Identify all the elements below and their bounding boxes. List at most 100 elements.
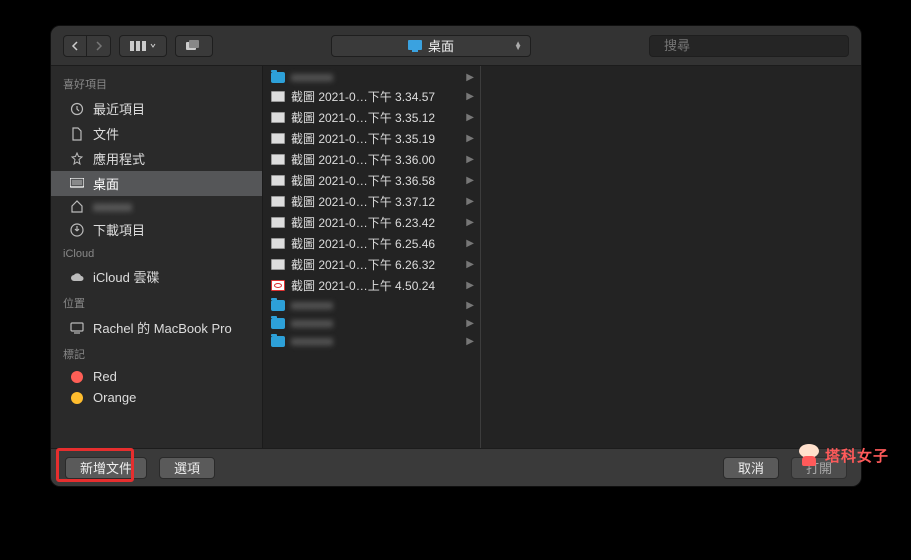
image-icon xyxy=(271,133,285,144)
sidebar-section-title: iCloud xyxy=(51,242,262,264)
home-icon xyxy=(69,200,85,213)
chevron-right-icon: ▶ xyxy=(466,133,474,144)
image-icon xyxy=(271,280,285,291)
sidebar-item[interactable]: 最近項目 xyxy=(51,96,262,121)
file-row[interactable]: xxxxxxx ▶ xyxy=(263,332,480,350)
path-label: 桌面 xyxy=(428,36,454,55)
folder-icon xyxy=(271,72,285,83)
sidebar-item[interactable]: Orange xyxy=(51,387,262,408)
file-row[interactable]: xxxxxxx▶ xyxy=(263,296,480,314)
chevron-right-icon: ▶ xyxy=(466,318,474,329)
file-label: xxxxxxx xyxy=(291,298,333,312)
apps-icon xyxy=(69,152,85,166)
bottom-bar: 新增文件 選項 取消 打開 xyxy=(51,448,861,486)
folder-icon xyxy=(271,318,285,329)
sidebar-item-label: Orange xyxy=(93,390,136,405)
tag-dot xyxy=(69,392,85,404)
folder-icon xyxy=(271,300,285,311)
sidebar-item[interactable]: 應用程式 xyxy=(51,146,262,171)
cancel-button[interactable]: 取消 xyxy=(723,457,779,479)
sidebar-item-label: xxxxxx xyxy=(93,199,132,214)
search-input[interactable] xyxy=(664,38,840,53)
view-mode-button[interactable] xyxy=(119,35,167,57)
file-column: xxxxxxx▶截圖 2021-0…下午 3.34.57▶截圖 2021-0…下… xyxy=(263,66,481,448)
file-row[interactable]: xxxxxxx ▶ xyxy=(263,68,480,86)
sidebar-item-label: 桌面 xyxy=(93,174,119,193)
chevron-right-icon: ▶ xyxy=(466,217,474,228)
desktop-icon xyxy=(69,178,85,190)
column-view-icon xyxy=(130,41,146,51)
sidebar-item[interactable]: 下載項目 xyxy=(51,217,262,242)
desktop-icon xyxy=(408,40,422,52)
path-dropdown[interactable]: 桌面 ▲▼ xyxy=(331,35,531,57)
back-button[interactable] xyxy=(63,35,87,57)
sidebar-item[interactable]: Rachel 的 MacBook Pro xyxy=(51,315,262,340)
sidebar-item[interactable]: 文件 xyxy=(51,121,262,146)
forward-button[interactable] xyxy=(87,35,111,57)
sidebar-item[interactable]: Red xyxy=(51,366,262,387)
file-row[interactable]: 截圖 2021-0…下午 6.26.32▶ xyxy=(263,254,480,275)
file-dialog: 桌面 ▲▼ 喜好項目最近項目文件應用程式桌面xxxxxx下載項目iCloudiC… xyxy=(51,26,861,486)
sidebar-item-label: iCloud 雲碟 xyxy=(93,267,159,286)
file-label: 截圖 2021-0…下午 3.36.00 xyxy=(291,151,435,168)
sidebar: 喜好項目最近項目文件應用程式桌面 xxxxxx 下載項目iCloud iCloud 雲… xyxy=(51,66,263,448)
watermark: 塔科女子 xyxy=(799,444,889,466)
updown-icon: ▲▼ xyxy=(514,42,522,50)
preview-column xyxy=(481,66,861,448)
file-label: 截圖 2021-0…下午 6.25.46 xyxy=(291,235,435,252)
watermark-avatar xyxy=(799,444,819,466)
image-icon xyxy=(271,175,285,186)
folder-icon xyxy=(271,336,285,347)
image-icon xyxy=(271,154,285,165)
group-icon xyxy=(186,40,202,52)
cloud-icon xyxy=(69,271,85,283)
file-row[interactable]: 截圖 2021-0…下午 3.37.12▶ xyxy=(263,191,480,212)
file-label: xxxxxxx xyxy=(291,70,333,84)
sidebar-item-label: 應用程式 xyxy=(93,149,145,168)
file-row[interactable]: 截圖 2021-0…下午 3.36.58 ▶ xyxy=(263,170,480,191)
file-label: 截圖 2021-0…下午 3.36.58 xyxy=(291,172,435,189)
sidebar-item-label: 文件 xyxy=(93,124,119,143)
sidebar-item-label: 最近項目 xyxy=(93,99,145,118)
file-row[interactable]: 截圖 2021-0…下午 3.35.12 ▶ xyxy=(263,107,480,128)
new-folder-button[interactable]: 新增文件 xyxy=(65,457,147,479)
chevron-right-icon: ▶ xyxy=(466,112,474,123)
sidebar-item-label: Rachel 的 MacBook Pro xyxy=(93,318,232,337)
file-row[interactable]: 截圖 2021-0…上午 4.50.24▶ xyxy=(263,275,480,296)
file-label: 截圖 2021-0…上午 4.50.24 xyxy=(291,277,435,294)
file-row[interactable]: 截圖 2021-0…下午 3.34.57▶ xyxy=(263,86,480,107)
sidebar-section-title: 位置 xyxy=(51,289,262,315)
chevron-right-icon: ▶ xyxy=(466,154,474,165)
file-row[interactable]: 截圖 2021-0…下午 6.25.46 ▶ xyxy=(263,233,480,254)
file-label: xxxxxxx xyxy=(291,334,333,348)
sidebar-item[interactable]: xxxxxx xyxy=(51,196,262,217)
file-row[interactable]: 截圖 2021-0…下午 3.35.19 ▶ xyxy=(263,128,480,149)
file-label: 截圖 2021-0…下午 6.23.42 xyxy=(291,214,435,231)
search-field[interactable] xyxy=(649,35,849,57)
image-icon xyxy=(271,112,285,123)
document-icon xyxy=(69,127,85,141)
column-view: xxxxxxx▶截圖 2021-0…下午 3.34.57▶截圖 2021-0…下… xyxy=(263,66,861,448)
sidebar-item[interactable]: iCloud 雲碟 xyxy=(51,264,262,289)
chevron-right-icon: ▶ xyxy=(466,72,474,83)
group-button[interactable] xyxy=(175,35,213,57)
image-icon xyxy=(271,238,285,249)
file-row[interactable]: xxxxxxx ▶ xyxy=(263,314,480,332)
chevron-right-icon: ▶ xyxy=(466,196,474,207)
image-icon xyxy=(271,196,285,207)
image-icon xyxy=(271,217,285,228)
file-label: 截圖 2021-0…下午 3.35.19 xyxy=(291,130,435,147)
chevron-right-icon: ▶ xyxy=(466,175,474,186)
file-label: 截圖 2021-0…下午 3.35.12 xyxy=(291,109,435,126)
options-button[interactable]: 選項 xyxy=(159,457,215,479)
file-row[interactable]: 截圖 2021-0…下午 6.23.42 ▶ xyxy=(263,212,480,233)
chevron-right-icon: ▶ xyxy=(466,238,474,249)
image-icon xyxy=(271,91,285,102)
sidebar-item[interactable]: 桌面 xyxy=(51,171,262,196)
file-label: 截圖 2021-0…下午 3.34.57 xyxy=(291,88,435,105)
chevron-right-icon: ▶ xyxy=(466,336,474,347)
file-label: xxxxxxx xyxy=(291,316,333,330)
image-icon xyxy=(271,259,285,270)
sidebar-section-title: 喜好項目 xyxy=(51,70,262,96)
file-row[interactable]: 截圖 2021-0…下午 3.36.00 ▶ xyxy=(263,149,480,170)
